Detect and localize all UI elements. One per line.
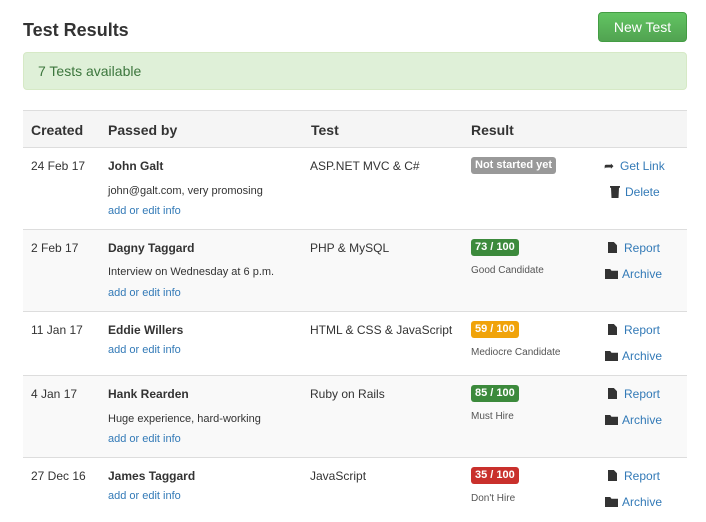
folder-icon xyxy=(605,269,618,279)
new-test-button[interactable]: New Test xyxy=(598,12,687,42)
archive-action[interactable]: Archive xyxy=(605,495,662,509)
archive-action[interactable]: Archive xyxy=(605,413,662,427)
candidate-note: Huge experience, hard-working xyxy=(108,413,261,425)
column-header-test[interactable]: Test xyxy=(311,122,339,138)
verdict-text: Mediocre Candidate xyxy=(471,347,561,358)
edit-info-link[interactable]: add or edit info xyxy=(108,287,181,299)
archive-label: Archive xyxy=(622,267,663,281)
archive-label: Archive xyxy=(622,349,663,363)
verdict-text: Must Hire xyxy=(471,411,514,422)
column-header-passed-by[interactable]: Passed by xyxy=(108,122,177,138)
get-link-action[interactable]: ➦ Get Link xyxy=(603,159,665,173)
report-label: Report xyxy=(624,323,661,337)
report-label: Report xyxy=(624,469,661,483)
table-header: Created Passed by Test Result xyxy=(23,110,687,148)
table-row: 27 Dec 16 James Taggard add or edit info… xyxy=(23,458,687,522)
candidate-name: Dagny Taggard xyxy=(108,241,195,255)
archive-action[interactable]: Archive xyxy=(605,267,662,281)
get-link-label: Get Link xyxy=(620,159,665,173)
table-row: 2 Feb 17 Dagny Taggard Interview on Wedn… xyxy=(23,230,687,312)
archive-label: Archive xyxy=(622,495,663,509)
score-badge: 85 / 100 xyxy=(471,385,519,402)
folder-icon xyxy=(605,497,618,507)
tests-available-alert: 7 Tests available xyxy=(23,52,687,90)
created-date: 4 Jan 17 xyxy=(31,387,78,401)
candidate-name: Hank Rearden xyxy=(108,387,189,401)
report-label: Report xyxy=(624,387,661,401)
edit-info-link[interactable]: add or edit info xyxy=(108,205,181,217)
test-name: Ruby on Rails xyxy=(310,387,385,401)
results-table: Created Passed by Test Result 24 Feb 17 … xyxy=(23,110,687,522)
file-icon xyxy=(608,242,617,253)
table-row: 11 Jan 17 Eddie Willers add or edit info… xyxy=(23,312,687,376)
test-name: JavaScript xyxy=(310,469,367,483)
score-badge: 35 / 100 xyxy=(471,467,519,484)
created-date: 24 Feb 17 xyxy=(31,159,86,173)
folder-icon xyxy=(605,415,618,425)
trash-icon xyxy=(610,186,620,198)
verdict-text: Good Candidate xyxy=(471,265,544,276)
edit-info-link[interactable]: add or edit info xyxy=(108,344,181,356)
file-icon xyxy=(608,388,617,399)
folder-icon xyxy=(605,351,618,361)
edit-info-link[interactable]: add or edit info xyxy=(108,490,181,502)
verdict-text: Don't Hire xyxy=(471,493,516,504)
candidate-name: Eddie Willers xyxy=(108,323,184,337)
archive-label: Archive xyxy=(622,413,663,427)
created-date: 27 Dec 16 xyxy=(31,469,86,483)
edit-info-link[interactable]: add or edit info xyxy=(108,433,181,445)
table-row: 24 Feb 17 John Galt john@galt.com, very … xyxy=(23,148,687,230)
report-label: Report xyxy=(624,241,661,255)
delete-action[interactable]: Delete xyxy=(610,185,660,199)
created-date: 11 Jan 17 xyxy=(31,323,83,337)
score-badge: 59 / 100 xyxy=(471,321,519,338)
share-icon: ➦ xyxy=(603,159,615,173)
candidate-name: James Taggard xyxy=(108,469,196,483)
report-action[interactable]: Report xyxy=(608,323,660,337)
report-action[interactable]: Report xyxy=(608,241,660,255)
column-header-created[interactable]: Created xyxy=(31,122,83,138)
test-name: HTML & CSS & JavaScript xyxy=(310,323,453,337)
candidate-name: John Galt xyxy=(108,159,164,173)
report-action[interactable]: Report xyxy=(608,469,660,483)
file-icon xyxy=(608,470,617,481)
candidate-note: Interview on Wednesday at 6 p.m. xyxy=(108,266,275,278)
archive-action[interactable]: Archive xyxy=(605,349,662,363)
file-icon xyxy=(608,324,617,335)
page-title: Test Results xyxy=(23,20,129,40)
report-action[interactable]: Report xyxy=(608,387,660,401)
created-date: 2 Feb 17 xyxy=(31,241,79,255)
delete-label: Delete xyxy=(625,185,660,199)
test-name: PHP & MySQL xyxy=(310,241,390,255)
status-badge: Not started yet xyxy=(471,157,557,174)
table-row: 4 Jan 17 Hank Rearden Huge experience, h… xyxy=(23,376,687,458)
candidate-note: john@galt.com, very promosing xyxy=(108,185,263,197)
score-badge: 73 / 100 xyxy=(471,239,519,256)
column-header-result[interactable]: Result xyxy=(471,122,514,138)
test-name: ASP.NET MVC & C# xyxy=(310,159,420,173)
